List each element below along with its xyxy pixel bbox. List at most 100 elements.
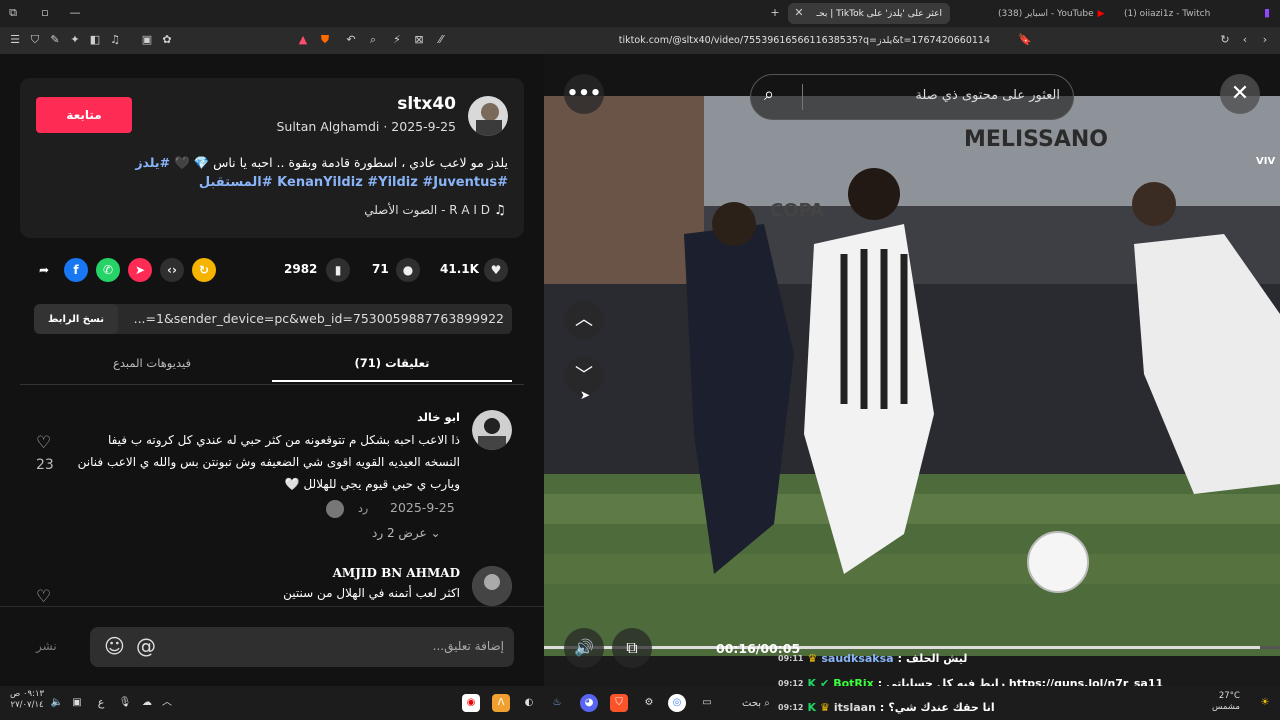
tab-label: (1) oiiazi1z - Twitch: [1124, 8, 1211, 19]
taskbar-search[interactable]: بحث ⌕: [742, 698, 770, 709]
chat-user: itslaan: [833, 700, 876, 714]
music-icon[interactable]: ♫: [108, 33, 122, 47]
wallet-icon[interactable]: ▣: [140, 33, 154, 47]
author-username[interactable]: sltx40: [200, 94, 456, 114]
commenter-avatar[interactable]: [472, 566, 512, 606]
extension-icon[interactable]: ✎: [48, 33, 62, 47]
repost-icon[interactable]: ↻: [192, 258, 216, 282]
chat-message: 09:11 ♛ saudksaksa : ليش الحلف: [778, 651, 968, 665]
display-icon[interactable]: ▣: [68, 694, 86, 712]
app-icon[interactable]: ◉: [462, 694, 480, 712]
minimize-icon[interactable]: —: [68, 6, 82, 20]
new-tab-icon[interactable]: +: [768, 6, 782, 20]
chat-message: 09:12 K ♛ itslaan : انا حقك عندك شي؟: [778, 700, 995, 714]
hashtag-yildiz-ar[interactable]: #يلدز: [135, 155, 170, 170]
creator-liked-avatar: [326, 500, 344, 518]
cloud-icon[interactable]: ☁: [138, 694, 156, 712]
restore-icon[interactable]: ▫: [38, 6, 52, 20]
facebook-icon[interactable]: f: [64, 258, 88, 282]
brave-icon[interactable]: ⛉: [610, 694, 628, 712]
microphone-icon[interactable]: 🎙: [116, 694, 134, 712]
commenter-avatar[interactable]: [472, 410, 512, 450]
volume-icon[interactable]: 🔊: [564, 628, 604, 668]
view-replies-button[interactable]: عرض 2 رد ⌄: [372, 526, 441, 540]
tab-youtube[interactable]: (338) اسباير - YouTube ▶: [990, 3, 1110, 24]
speaker-icon[interactable]: 🔈: [48, 694, 66, 712]
chat-text: ليش الحلف: [906, 651, 968, 665]
copy-link-button[interactable]: نسخ الرابط: [34, 304, 118, 334]
pip-icon[interactable]: ⧉: [612, 628, 652, 668]
comment-like-count: 23: [36, 457, 54, 473]
post-link[interactable]: ...=1&sender_device=pc&web_id=7530059887…: [124, 311, 504, 326]
kick-icon: K: [807, 700, 816, 714]
sidebar-icon[interactable]: ◧: [88, 33, 102, 47]
save-icon[interactable]: ▮: [326, 258, 350, 282]
bookmark-list-icon[interactable]: ✦: [68, 33, 82, 47]
search-icon[interactable]: ⌕: [764, 84, 774, 105]
mouse-cursor: ➤: [580, 388, 591, 402]
back-icon[interactable]: ‹: [1238, 33, 1252, 47]
reply-button[interactable]: رد: [358, 502, 368, 515]
share-arrow-icon[interactable]: ➦: [32, 258, 56, 282]
mention-icon[interactable]: @: [136, 634, 156, 658]
embed-icon[interactable]: ‹›: [160, 258, 184, 282]
language-indicator[interactable]: ع: [92, 694, 110, 712]
taskbar-clock[interactable]: ٠٩:١٣ ص ٢٧/٠٧/١٤: [10, 689, 44, 711]
chat-badge-icon: ♛: [807, 651, 818, 665]
tray-expand-icon[interactable]: ︿: [158, 694, 176, 712]
broadcast-overlay: VIV: [1256, 156, 1276, 167]
sponsor-board-copa: COPA: [770, 200, 824, 221]
chrome-icon[interactable]: ◎: [668, 694, 686, 712]
chat-user: saudksaksa: [821, 651, 894, 665]
tab-tiktok[interactable]: اعثر على 'يلدز' على TikTok | بحـ: [788, 3, 950, 24]
comment-icon[interactable]: ●: [396, 258, 420, 282]
follow-button[interactable]: متابعة: [36, 97, 132, 133]
comment-username[interactable]: AMJID BN AHMAD: [260, 566, 460, 580]
comment-like-icon[interactable]: ♡: [36, 433, 51, 453]
author-avatar[interactable]: [468, 96, 508, 136]
emoji-icon[interactable]: ☺: [104, 634, 125, 658]
sun-icon: ☀: [1260, 697, 1270, 708]
menu-icon[interactable]: ☰: [8, 33, 22, 47]
music-label[interactable]: R A I D - الصوت الأصلي: [240, 203, 490, 217]
more-options-icon[interactable]: •••: [564, 74, 604, 114]
caption: يلدز مو لاعب عادي ، اسطورة قادمة وبقوة .…: [135, 155, 508, 170]
reload-icon[interactable]: ↻: [1218, 33, 1232, 47]
tab-creator-videos[interactable]: فيديوهات المبدع: [32, 356, 272, 382]
whatsapp-icon[interactable]: ✆: [96, 258, 120, 282]
shield-icon[interactable]: ⛉: [28, 33, 42, 47]
tab-comments[interactable]: (71) تعليقات: [272, 356, 512, 382]
comment-count: 71: [372, 262, 389, 276]
tab-actions-icon[interactable]: ⧉: [6, 6, 20, 20]
previous-video-icon[interactable]: ︿: [564, 300, 604, 340]
tab-divider: [20, 384, 524, 385]
comment-username[interactable]: ابو خالد: [300, 410, 460, 424]
chat-text: انا حقك عندك شي؟: [888, 700, 995, 714]
youtube-icon: ▶: [1097, 8, 1105, 19]
comment-like-icon[interactable]: ♡: [36, 587, 51, 607]
forward-icon[interactable]: ›: [1258, 33, 1272, 47]
video-player[interactable]: MELISSANO COPA VIV: [544, 54, 1280, 686]
steam-icon[interactable]: ♨: [548, 694, 566, 712]
url-text: tiktok.com/@sltx40/video/755396165661163…: [618, 35, 990, 46]
app-icon[interactable]: Λ: [492, 694, 510, 712]
settings-icon[interactable]: ⚙: [640, 694, 658, 712]
puzzle-icon[interactable]: ✿: [160, 33, 174, 47]
search-label: بحث: [742, 698, 762, 709]
close-icon[interactable]: ✕: [1220, 74, 1260, 114]
files-icon[interactable]: ▭: [698, 694, 716, 712]
like-icon[interactable]: ♥: [484, 258, 508, 282]
app-icon[interactable]: ◐: [520, 694, 538, 712]
tab-twitch[interactable]: (1) oiiazi1z - Twitch: [1116, 3, 1256, 24]
comment-text: اكثر لعب أتمنه في الهلال من سنتين: [283, 586, 460, 600]
bookmark-icon[interactable]: 🔖: [1018, 33, 1032, 47]
search-placeholder: العثور على محتوى ذي صلة: [915, 88, 1060, 103]
comment-text: ذا الاعب احبه بشكل م تتوقعونه من كثر حبي…: [77, 433, 460, 491]
hashtags[interactable]: #KenanYildiz #Yildiz #Juventus #المستقبل: [40, 174, 508, 192]
discord-icon[interactable]: ◕: [580, 694, 598, 712]
address-bar[interactable]: tiktok.com/@sltx40/video/755396165661163…: [280, 31, 1040, 50]
comment-date: 2025-9-25: [390, 500, 455, 515]
close-tab-icon[interactable]: ✕: [792, 6, 806, 20]
send-icon[interactable]: ➤: [128, 258, 152, 282]
post-comment-button[interactable]: نشر: [36, 639, 57, 653]
